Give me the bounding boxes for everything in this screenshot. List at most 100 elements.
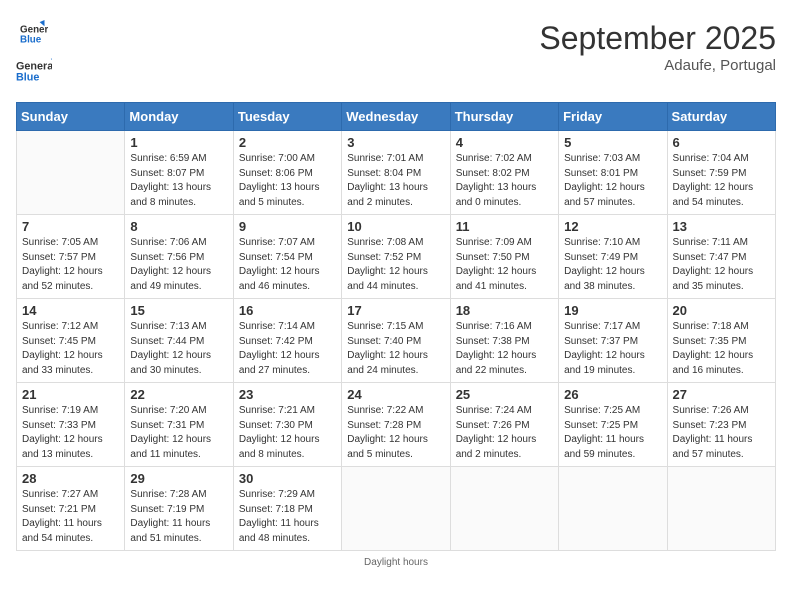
sunset-text: Sunset: 7:56 PM — [130, 251, 227, 266]
page-subtitle: Adaufe, Portugal — [539, 57, 776, 74]
calendar-cell: 6 Sunrise: 7:04 AM Sunset: 7:59 PM Dayli… — [667, 131, 775, 215]
day-number: 22 — [130, 387, 227, 402]
sunrise-text: Sunrise: 7:14 AM — [239, 320, 336, 335]
day-number: 26 — [564, 387, 661, 402]
sunrise-text: Sunrise: 6:59 AM — [130, 152, 227, 167]
col-wednesday: Wednesday — [342, 103, 450, 131]
cell-info: Sunrise: 7:10 AM Sunset: 7:49 PM Dayligh… — [564, 236, 661, 294]
title-block: September 2025 Adaufe, Portugal — [539, 20, 776, 74]
sunrise-text: Sunrise: 7:16 AM — [456, 320, 553, 335]
page-title: September 2025 — [539, 20, 776, 57]
sunrise-text: Sunrise: 7:11 AM — [673, 236, 770, 251]
cell-info: Sunrise: 7:03 AM Sunset: 8:01 PM Dayligh… — [564, 152, 661, 210]
day-number: 2 — [239, 135, 336, 150]
col-monday: Monday — [125, 103, 233, 131]
daylight-text: Daylight: 12 hours and 22 minutes. — [456, 349, 553, 378]
daylight-text: Daylight: 12 hours and 52 minutes. — [22, 265, 119, 294]
sunset-text: Sunset: 7:19 PM — [130, 503, 227, 518]
day-number: 10 — [347, 219, 444, 234]
day-number: 12 — [564, 219, 661, 234]
cell-info: Sunrise: 7:15 AM Sunset: 7:40 PM Dayligh… — [347, 320, 444, 378]
col-friday: Friday — [559, 103, 667, 131]
logo-bird-icon: General Blue — [16, 52, 52, 88]
sunrise-text: Sunrise: 7:15 AM — [347, 320, 444, 335]
calendar-cell: 14 Sunrise: 7:12 AM Sunset: 7:45 PM Dayl… — [17, 299, 125, 383]
cell-info: Sunrise: 7:06 AM Sunset: 7:56 PM Dayligh… — [130, 236, 227, 294]
sunrise-text: Sunrise: 7:27 AM — [22, 488, 119, 503]
cell-info: Sunrise: 7:08 AM Sunset: 7:52 PM Dayligh… — [347, 236, 444, 294]
sunrise-text: Sunrise: 7:24 AM — [456, 404, 553, 419]
day-number: 5 — [564, 135, 661, 150]
daylight-text: Daylight: 13 hours and 8 minutes. — [130, 181, 227, 210]
sunset-text: Sunset: 7:35 PM — [673, 335, 770, 350]
day-number: 4 — [456, 135, 553, 150]
calendar-cell: 28 Sunrise: 7:27 AM Sunset: 7:21 PM Dayl… — [17, 467, 125, 551]
calendar-cell: 8 Sunrise: 7:06 AM Sunset: 7:56 PM Dayli… — [125, 215, 233, 299]
sunset-text: Sunset: 8:01 PM — [564, 167, 661, 182]
calendar-cell: 21 Sunrise: 7:19 AM Sunset: 7:33 PM Dayl… — [17, 383, 125, 467]
sunrise-text: Sunrise: 7:10 AM — [564, 236, 661, 251]
sunset-text: Sunset: 7:40 PM — [347, 335, 444, 350]
calendar-cell: 26 Sunrise: 7:25 AM Sunset: 7:25 PM Dayl… — [559, 383, 667, 467]
day-number: 7 — [22, 219, 119, 234]
sunset-text: Sunset: 7:18 PM — [239, 503, 336, 518]
cell-info: Sunrise: 7:07 AM Sunset: 7:54 PM Dayligh… — [239, 236, 336, 294]
sunset-text: Sunset: 7:42 PM — [239, 335, 336, 350]
page-header: General Blue General Blue September 2025… — [16, 16, 776, 92]
day-number: 30 — [239, 471, 336, 486]
cell-info: Sunrise: 7:24 AM Sunset: 7:26 PM Dayligh… — [456, 404, 553, 462]
day-number: 17 — [347, 303, 444, 318]
sunrise-text: Sunrise: 7:09 AM — [456, 236, 553, 251]
cell-info: Sunrise: 7:18 AM Sunset: 7:35 PM Dayligh… — [673, 320, 770, 378]
calendar-cell: 12 Sunrise: 7:10 AM Sunset: 7:49 PM Dayl… — [559, 215, 667, 299]
svg-text:Blue: Blue — [20, 34, 42, 45]
daylight-text: Daylight: 12 hours and 57 minutes. — [564, 181, 661, 210]
day-number: 8 — [130, 219, 227, 234]
daylight-text: Daylight: 12 hours and 2 minutes. — [456, 433, 553, 462]
sunrise-text: Sunrise: 7:18 AM — [673, 320, 770, 335]
calendar-cell: 3 Sunrise: 7:01 AM Sunset: 8:04 PM Dayli… — [342, 131, 450, 215]
sunrise-text: Sunrise: 7:02 AM — [456, 152, 553, 167]
sunset-text: Sunset: 7:30 PM — [239, 419, 336, 434]
day-number: 16 — [239, 303, 336, 318]
sunset-text: Sunset: 7:47 PM — [673, 251, 770, 266]
sunrise-text: Sunrise: 7:20 AM — [130, 404, 227, 419]
calendar-week-row: 21 Sunrise: 7:19 AM Sunset: 7:33 PM Dayl… — [17, 383, 776, 467]
calendar-cell: 15 Sunrise: 7:13 AM Sunset: 7:44 PM Dayl… — [125, 299, 233, 383]
daylight-text: Daylight: 12 hours and 35 minutes. — [673, 265, 770, 294]
daylight-text: Daylight: 12 hours and 24 minutes. — [347, 349, 444, 378]
col-thursday: Thursday — [450, 103, 558, 131]
calendar-cell: 5 Sunrise: 7:03 AM Sunset: 8:01 PM Dayli… — [559, 131, 667, 215]
cell-info: Sunrise: 7:16 AM Sunset: 7:38 PM Dayligh… — [456, 320, 553, 378]
daylight-text: Daylight: 13 hours and 0 minutes. — [456, 181, 553, 210]
day-number: 29 — [130, 471, 227, 486]
sunrise-text: Sunrise: 7:28 AM — [130, 488, 227, 503]
daylight-text: Daylight: 13 hours and 5 minutes. — [239, 181, 336, 210]
sunset-text: Sunset: 7:50 PM — [456, 251, 553, 266]
sunrise-text: Sunrise: 7:05 AM — [22, 236, 119, 251]
cell-info: Sunrise: 7:05 AM Sunset: 7:57 PM Dayligh… — [22, 236, 119, 294]
sunset-text: Sunset: 7:59 PM — [673, 167, 770, 182]
calendar-header-row: Sunday Monday Tuesday Wednesday Thursday… — [17, 103, 776, 131]
daylight-text: Daylight: 11 hours and 51 minutes. — [130, 517, 227, 546]
calendar-cell: 9 Sunrise: 7:07 AM Sunset: 7:54 PM Dayli… — [233, 215, 341, 299]
sunset-text: Sunset: 7:31 PM — [130, 419, 227, 434]
calendar-cell: 1 Sunrise: 6:59 AM Sunset: 8:07 PM Dayli… — [125, 131, 233, 215]
sunset-text: Sunset: 7:44 PM — [130, 335, 227, 350]
sunrise-text: Sunrise: 7:03 AM — [564, 152, 661, 167]
calendar-week-row: 1 Sunrise: 6:59 AM Sunset: 8:07 PM Dayli… — [17, 131, 776, 215]
sunset-text: Sunset: 7:33 PM — [22, 419, 119, 434]
cell-info: Sunrise: 7:14 AM Sunset: 7:42 PM Dayligh… — [239, 320, 336, 378]
day-number: 25 — [456, 387, 553, 402]
cell-info: Sunrise: 7:00 AM Sunset: 8:06 PM Dayligh… — [239, 152, 336, 210]
daylight-text: Daylight: 11 hours and 48 minutes. — [239, 517, 336, 546]
daylight-text: Daylight: 12 hours and 46 minutes. — [239, 265, 336, 294]
sunset-text: Sunset: 7:49 PM — [564, 251, 661, 266]
cell-info: Sunrise: 7:17 AM Sunset: 7:37 PM Dayligh… — [564, 320, 661, 378]
day-number: 1 — [130, 135, 227, 150]
sunrise-text: Sunrise: 7:01 AM — [347, 152, 444, 167]
day-number: 6 — [673, 135, 770, 150]
cell-info: Sunrise: 7:27 AM Sunset: 7:21 PM Dayligh… — [22, 488, 119, 546]
cell-info: Sunrise: 7:29 AM Sunset: 7:18 PM Dayligh… — [239, 488, 336, 546]
cell-info: Sunrise: 7:13 AM Sunset: 7:44 PM Dayligh… — [130, 320, 227, 378]
